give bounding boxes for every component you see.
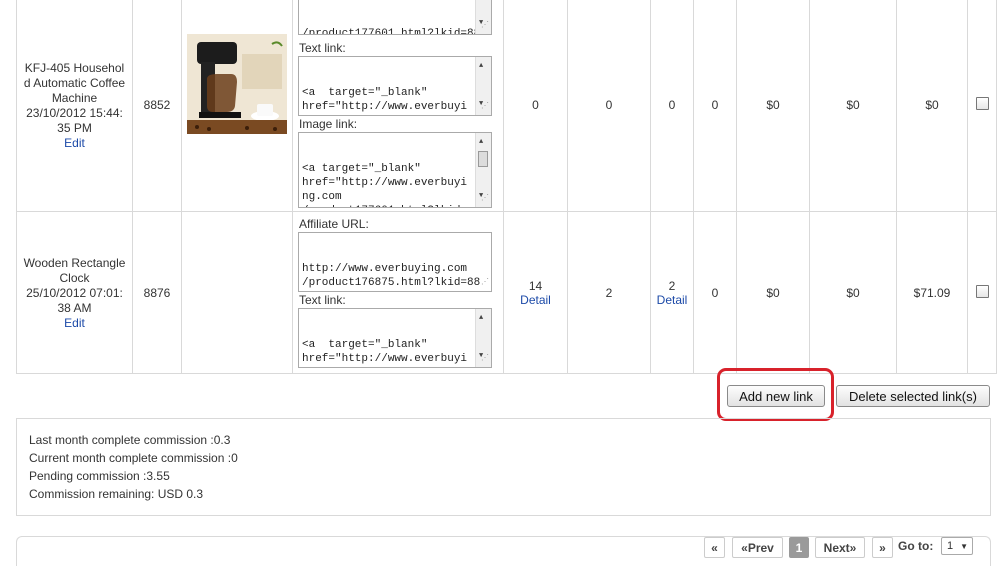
text-link-label: Text link: xyxy=(299,293,346,307)
clicks-detail-link[interactable]: Detail xyxy=(520,293,551,307)
count-cell: 0 xyxy=(693,0,737,212)
table-row: Wooden Rectangle Clock 25/10/2012 07:01:… xyxy=(16,211,997,374)
edit-link[interactable]: Edit xyxy=(64,316,85,330)
text-link-textarea[interactable]: <a target="_blank" href="http://www.ever… xyxy=(298,308,492,368)
product-date: 23/10/2012 15:44: 35 PM xyxy=(26,105,123,135)
affiliate-url-textarea[interactable]: /product177601.html?lkid=88 52 ▼ ⋰ xyxy=(298,0,492,35)
amount-cell: $0 xyxy=(736,211,810,374)
scroll-thumb[interactable] xyxy=(478,151,488,167)
next-page-button[interactable]: Next» xyxy=(815,537,865,558)
add-new-link-button[interactable]: Add new link xyxy=(727,385,825,407)
delete-selected-links-button[interactable]: Delete selected link(s) xyxy=(836,385,990,407)
image-link-textarea[interactable]: <a target="_blank" href="http://www.ever… xyxy=(298,132,492,208)
affiliate-url-label: Affiliate URL: xyxy=(299,217,369,231)
edit-link[interactable]: Edit xyxy=(64,136,85,150)
orders-cell: 2 Detail xyxy=(650,211,694,374)
amount-cell: $0 xyxy=(736,0,810,212)
product-thumbnail xyxy=(187,34,287,134)
chevron-down-icon: ▼ xyxy=(960,542,968,551)
product-name: KFJ-405 Househol d Automatic Coffee Mach… xyxy=(23,60,126,105)
count-cell: 0 xyxy=(567,0,651,212)
pending-commission: Pending commission :3.55 xyxy=(29,469,170,483)
codes-cell: /product177601.html?lkid=88 52 ▼ ⋰ Text … xyxy=(292,0,504,212)
product-cell: Wooden Rectangle Clock 25/10/2012 07:01:… xyxy=(16,211,133,374)
codes-cell: Affiliate URL: http://www.everbuying.com… xyxy=(292,211,504,374)
last-page-button[interactable]: » xyxy=(872,537,893,558)
row-checkbox[interactable] xyxy=(975,284,989,298)
text-link-label: Text link: xyxy=(299,41,346,55)
link-id: 8876 xyxy=(132,211,182,374)
goto-page-select[interactable]: 1 ▼ xyxy=(941,537,973,555)
table-row: KFJ-405 Househol d Automatic Coffee Mach… xyxy=(16,0,997,212)
image-cell xyxy=(181,0,293,212)
product-name: Wooden Rectangle Clock xyxy=(23,255,126,285)
amount-cell: $0 xyxy=(809,211,897,374)
count-cell: 2 xyxy=(567,211,651,374)
goto-label: Go to: xyxy=(898,539,934,553)
resize-grip-icon[interactable]: ⋰ xyxy=(481,19,489,33)
link-id: 8852 xyxy=(132,0,182,212)
current-month-commission: Current month complete commission :0 xyxy=(29,451,238,465)
amount-cell: $71.09 xyxy=(896,211,968,374)
select-cell xyxy=(967,211,997,374)
commission-summary: Last month complete commission :0.3 Curr… xyxy=(16,418,991,516)
resize-grip-icon[interactable]: ⋰ xyxy=(481,276,489,290)
resize-grip-icon[interactable]: ⋰ xyxy=(481,100,489,114)
affiliate-url-textarea[interactable]: http://www.everbuying.com /product176875… xyxy=(298,232,492,292)
amount-cell: $0 xyxy=(896,0,968,212)
orders-detail-link[interactable]: Detail xyxy=(657,293,688,307)
row-checkbox[interactable] xyxy=(975,97,989,110)
image-cell xyxy=(181,211,293,374)
product-cell: KFJ-405 Househol d Automatic Coffee Mach… xyxy=(16,0,133,212)
first-page-button[interactable]: « xyxy=(704,537,725,558)
commission-remaining: Commission remaining: USD 0.3 xyxy=(29,487,204,501)
orders-cell: 0 xyxy=(650,0,694,212)
resize-grip-icon[interactable]: ⋰ xyxy=(481,192,489,206)
text-link-textarea[interactable]: <a target="_blank" href="http://www.ever… xyxy=(298,56,492,116)
count-cell: 0 xyxy=(693,211,737,374)
clicks-cell: 0 xyxy=(503,0,568,212)
prev-page-button[interactable]: «Prev xyxy=(732,537,783,558)
product-date: 25/10/2012 07:01: 38 AM xyxy=(26,285,123,315)
coffee-machine-image xyxy=(187,34,287,134)
resize-grip-icon[interactable]: ⋰ xyxy=(481,352,489,366)
amount-cell: $0 xyxy=(809,0,897,212)
image-link-label: Image link: xyxy=(299,117,358,131)
select-cell xyxy=(967,0,997,212)
last-month-commission: Last month complete commission :0.3 xyxy=(29,433,231,447)
current-page[interactable]: 1 xyxy=(789,537,809,558)
links-table: KFJ-405 Househol d Automatic Coffee Mach… xyxy=(16,0,997,374)
clicks-cell: 14 Detail xyxy=(503,211,568,374)
